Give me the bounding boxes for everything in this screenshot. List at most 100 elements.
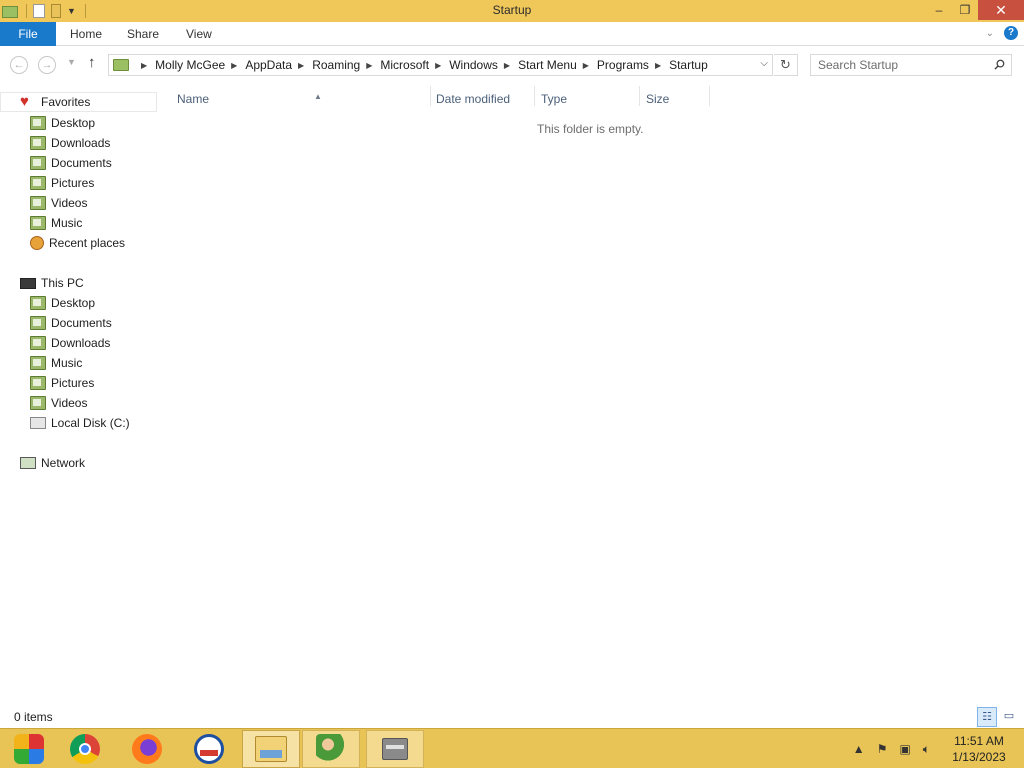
ribbon-tabs: File Home Share View ⌄ ? [0,22,1024,46]
taskbar-firefox[interactable] [118,730,176,768]
chrome-icon [70,734,100,764]
column-divider[interactable] [430,86,431,106]
videos-icon [30,196,46,210]
chevron-right-icon[interactable]: ▶ [141,61,147,70]
nav-favorites[interactable]: ♥ Favorites [0,92,157,112]
chevron-right-icon[interactable]: ▶ [655,61,661,70]
chevron-right-icon[interactable]: ▶ [435,61,441,70]
up-button[interactable]: ↑ [88,54,96,71]
sort-ascending-icon: ▲ [314,92,322,101]
nav-favorites-pictures[interactable]: Pictures [30,173,94,193]
tab-home[interactable]: Home [70,22,102,46]
clock[interactable]: 11:51 AM 1/13/2023 [942,733,1016,765]
breadcrumb-item[interactable]: ▶ Programs [577,58,649,72]
taskbar-app-icon[interactable] [0,730,58,768]
ribbon-right-controls: ⌄ ? [986,26,1018,40]
column-header-type[interactable]: Type [541,88,639,110]
folder-icon [113,59,129,71]
nav-favorites-videos[interactable]: Videos [30,193,87,213]
nav-favorites-desktop[interactable]: Desktop [30,113,95,133]
documents-icon [30,156,46,170]
refresh-button[interactable]: ↻ [774,54,798,76]
show-hidden-icons-icon[interactable]: ▲ [853,742,865,756]
taskbar: ▲ ⚑ ▣ 🔈︎ 11:51 AM 1/13/2023 [0,728,1024,768]
network-icon [20,457,36,469]
nav-pc-documents[interactable]: Documents [30,313,112,333]
music-icon [30,356,46,370]
nav-favorites-downloads[interactable]: Downloads [30,133,110,153]
help-icon[interactable]: ? [1004,26,1018,40]
breadcrumb-item[interactable]: ▶ Start Menu [498,58,577,72]
taskbar-chrome[interactable] [56,730,114,768]
title-bar: ▼ Startup – ❐ ✕ [0,0,1024,22]
action-center-flag-icon[interactable]: ⚑ [877,742,888,756]
pictures-icon [30,176,46,190]
column-header-size[interactable]: Size [646,88,708,110]
chevron-right-icon[interactable]: ▶ [366,61,372,70]
volume-icon[interactable]: 🔈︎ [923,742,930,757]
column-divider[interactable] [534,86,535,106]
restore-button[interactable]: ❐ [952,0,978,20]
chevron-right-icon[interactable]: ▶ [231,61,237,70]
nav-pc-local-disk[interactable]: Local Disk (C:) [30,413,130,433]
column-header-name[interactable]: Name ▲ [177,88,429,110]
taskbar-outlook[interactable] [180,730,238,768]
nav-favorites-recent-places[interactable]: Recent places [30,233,125,253]
firefox-icon [132,734,162,764]
recent-locations-icon[interactable]: ▼ [67,57,76,67]
forward-button[interactable]: → [38,56,56,74]
nav-pc-music[interactable]: Music [30,353,82,373]
desktop-icon [30,116,46,130]
users-icon [316,734,346,764]
navigation-pane: ♥ Favorites Desktop Downloads Documents … [0,84,160,706]
details-view-icon[interactable]: ☷ [977,707,997,727]
downloads-icon [30,336,46,350]
documents-icon [30,316,46,330]
nav-network[interactable]: Network [20,453,85,473]
chevron-right-icon[interactable]: ▶ [298,61,304,70]
column-divider[interactable] [639,86,640,106]
nav-favorites-documents[interactable]: Documents [30,153,112,173]
tab-view[interactable]: View [186,22,212,46]
taskbar-file-explorer[interactable] [242,730,300,768]
search-box[interactable] [810,54,1012,76]
nav-pc-downloads[interactable]: Downloads [30,333,110,353]
search-icon[interactable] [994,59,1005,70]
nav-pc-desktop[interactable]: Desktop [30,293,95,313]
network-status-icon[interactable]: ▣ [899,742,910,756]
address-bar[interactable]: ▶ Molly McGee ▶ AppData ▶ Roaming ▶ Microsof… [108,54,773,76]
file-list[interactable]: Name ▲ Date modified Type Size This fold… [160,84,1024,706]
large-icons-view-icon[interactable]: ▭ [999,707,1019,727]
chevron-right-icon[interactable]: ▶ [504,61,510,70]
expand-ribbon-icon[interactable]: ⌄ [986,28,994,39]
column-divider[interactable] [709,86,710,106]
nav-this-pc[interactable]: This PC [20,273,84,293]
taskbar-users[interactable] [302,730,360,768]
breadcrumb-item[interactable]: ▶ Molly McGee [135,58,225,72]
breadcrumb-item[interactable]: ▶ Windows [429,58,498,72]
chevron-right-icon[interactable]: ▶ [583,61,589,70]
chevron-down-icon[interactable]: ⌵ [760,58,768,69]
nav-favorites-music[interactable]: Music [30,213,82,233]
taskbar-archive[interactable] [366,730,424,768]
tab-share[interactable]: Share [127,22,159,46]
close-button[interactable]: ✕ [978,0,1024,20]
breadcrumb-item[interactable]: ▶ AppData [225,58,292,72]
tab-file[interactable]: File [0,22,56,46]
column-header-date-modified[interactable]: Date modified [436,88,534,110]
downloads-icon [30,136,46,150]
breadcrumb-item[interactable]: ▶ Roaming [292,58,360,72]
videos-icon [30,396,46,410]
status-bar: 0 items ☷ ▭ [0,706,1024,728]
nav-pc-pictures[interactable]: Pictures [30,373,94,393]
nav-pc-videos[interactable]: Videos [30,393,87,413]
recent-places-icon [30,236,44,250]
back-button[interactable]: ← [10,56,28,74]
empty-folder-message: This folder is empty. [537,122,644,136]
minimize-button[interactable]: – [926,0,952,20]
breadcrumb-item[interactable]: ▶ Startup [649,58,708,72]
file-explorer-icon [255,736,287,762]
item-count: 0 items [14,710,53,724]
search-input[interactable] [811,55,981,75]
breadcrumb-item[interactable]: ▶ Microsoft [360,58,429,72]
